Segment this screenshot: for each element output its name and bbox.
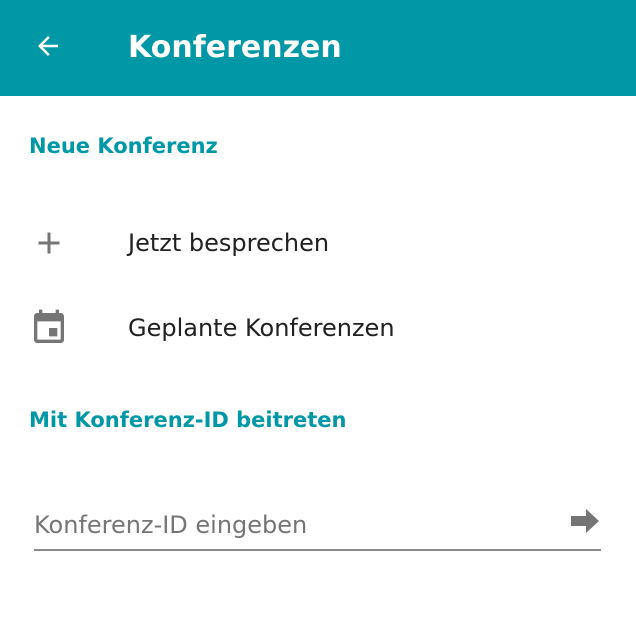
list-item-label: Jetzt besprechen (128, 229, 330, 257)
app-bar: Konferenzen (0, 0, 636, 96)
section-header-new-conference: Neue Konferenz (29, 134, 218, 158)
section-header-join-by-id: Mit Konferenz-ID beitreten (29, 408, 347, 432)
list-item-planned-conferences[interactable]: Geplante Konferenzen (0, 286, 636, 370)
submit-button[interactable] (569, 507, 601, 539)
list-item-start-now[interactable]: Jetzt besprechen (0, 201, 636, 285)
conference-id-input[interactable] (34, 503, 554, 547)
calendar-icon (29, 308, 69, 348)
arrow-right-icon (570, 508, 600, 538)
page-title: Konferenzen (128, 30, 342, 65)
arrow-left-icon (33, 31, 63, 65)
list-item-label: Geplante Konferenzen (128, 314, 395, 342)
conference-id-field (34, 497, 601, 551)
back-button[interactable] (20, 20, 76, 76)
plus-icon (29, 223, 69, 263)
